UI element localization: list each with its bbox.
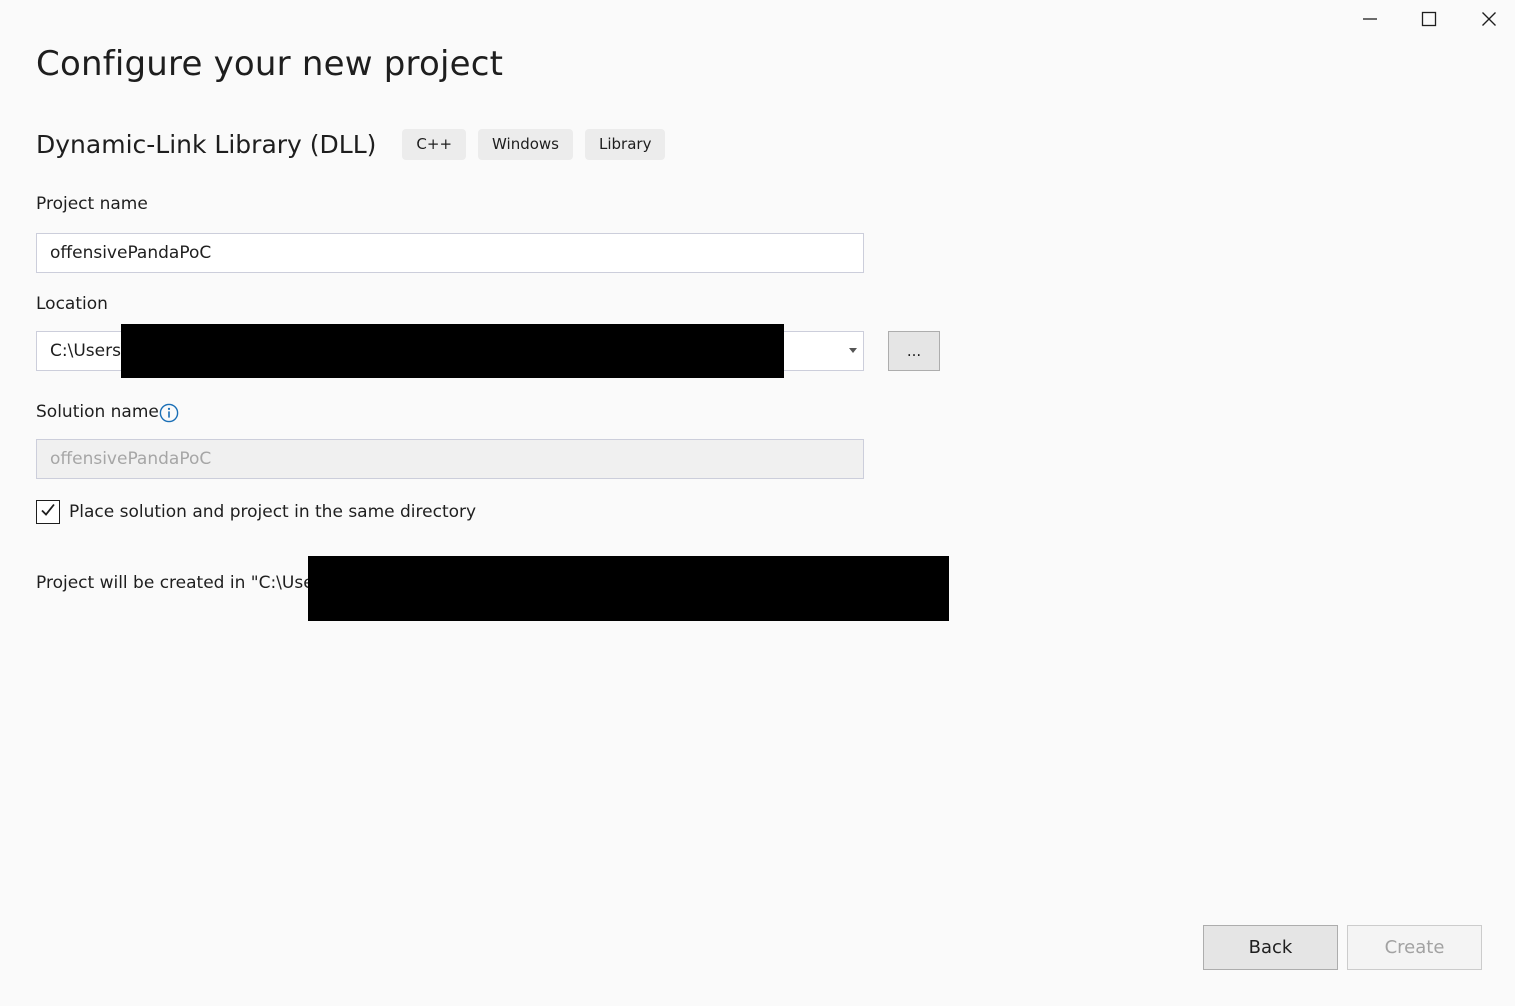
- create-button[interactable]: Create: [1347, 925, 1482, 970]
- maximize-button[interactable]: [1399, 0, 1459, 38]
- tag-language: C++: [402, 128, 467, 160]
- project-name-label: Project name: [36, 194, 148, 214]
- location-label: Location: [36, 294, 108, 314]
- info-icon[interactable]: [159, 403, 179, 423]
- back-button-label: Back: [1248, 937, 1293, 958]
- browse-button[interactable]: ...: [888, 331, 940, 371]
- checkmark-icon: [39, 501, 57, 523]
- same-directory-label[interactable]: Place solution and project in the same d…: [69, 502, 476, 522]
- redaction-box: [308, 556, 949, 621]
- back-button[interactable]: Back: [1203, 925, 1338, 970]
- tag-project-type: Library: [585, 128, 666, 160]
- page-title: Configure your new project: [36, 44, 504, 84]
- solution-name-value: offensivePandaPoC: [50, 449, 212, 469]
- close-icon: [1481, 11, 1497, 27]
- create-button-label: Create: [1384, 937, 1445, 958]
- same-directory-checkbox[interactable]: [36, 500, 60, 524]
- minimize-icon: [1362, 11, 1378, 27]
- project-name-input[interactable]: offensivePandaPoC: [36, 233, 864, 273]
- chevron-down-icon[interactable]: [849, 348, 857, 353]
- solution-name-label: Solution name: [36, 402, 159, 422]
- location-value: C:\Users\: [50, 341, 127, 361]
- solution-name-input: offensivePandaPoC: [36, 439, 864, 479]
- template-name: Dynamic-Link Library (DLL): [36, 129, 377, 159]
- project-name-value: offensivePandaPoC: [50, 243, 212, 263]
- project-location-summary: Project will be created in "C:\Users\: [36, 573, 336, 593]
- browse-button-label: ...: [906, 342, 922, 360]
- tag-platform: Windows: [478, 128, 573, 160]
- close-button[interactable]: [1459, 0, 1515, 38]
- template-info: Dynamic-Link Library (DLL) C++ Windows L…: [36, 128, 677, 160]
- redaction-box: [121, 324, 784, 378]
- maximize-icon: [1421, 11, 1437, 27]
- minimize-button[interactable]: [1340, 0, 1400, 38]
